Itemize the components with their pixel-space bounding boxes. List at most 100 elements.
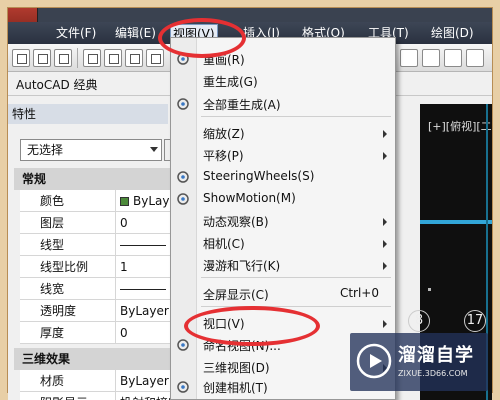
menu-edit[interactable]: 编辑(E) [113,24,158,42]
showmotion-icon [175,191,191,207]
view-menu-item-label: 漫游和飞行(K) [203,259,281,273]
prop-row-linetype-scale[interactable]: 线型比例 1 [14,256,178,278]
prop-name: 阴影显示 [20,392,116,400]
drawing-line [420,220,492,224]
chevron-down-icon [150,147,158,152]
submenu-arrow-icon [383,130,387,138]
prop-row-lineweight[interactable]: 线宽 [14,278,178,300]
view-menu-item[interactable]: 全屏显示(C) Ctrl+0 [171,283,395,305]
grid-bubble: 8 [408,310,430,332]
selection-dropdown[interactable]: 无选择 [20,139,162,161]
view-menu-item[interactable]: SteeringWheels(S) [171,166,395,188]
menu-separator [201,116,391,117]
submenu-arrow-icon [383,218,387,226]
title-strip [8,8,492,22]
view-menu-item[interactable]: ShowMotion(M) [171,188,395,210]
prop-value: ByLayer [116,300,178,322]
view-menu-item-label: 动态观察(B) [203,215,269,229]
prop-row-transparency[interactable]: 透明度 ByLayer [14,300,178,322]
camera-icon [175,379,191,395]
prop-row-thickness[interactable]: 厚度 0 [14,322,178,344]
view-menu-item-label: 全屏显示(C) [203,288,269,302]
prop-name: 透明度 [20,300,116,322]
view-menu-item[interactable]: 漫游和飞行(K) [171,254,395,276]
toolbar-icon-right-4[interactable] [466,49,484,67]
prop-row-material[interactable]: 材质 ByLayer [14,370,178,392]
submenu-arrow-icon [383,320,387,328]
section-3d-effects[interactable]: 三维效果 [14,348,178,370]
properties-palette-title: 特性 [8,104,168,124]
section-general[interactable]: 常规 [14,168,178,190]
view-menu-item-label: 全部重生成(A) [203,98,281,112]
named-view-icon [175,337,191,353]
new-file-icon[interactable] [12,48,30,67]
prop-name: 线宽 [20,278,116,300]
view-menu-item[interactable]: 缩放(Z) [171,122,395,144]
view-menu-item-label: 缩放(Z) [203,127,245,141]
prop-name: 颜色 [20,190,116,212]
view-menu-item-label: 重生成(G) [203,75,258,89]
prop-row-color[interactable]: 颜色 ByLay [14,190,178,212]
selection-value: 无选择 [27,143,64,157]
prop-name: 图层 [20,212,116,234]
publish-icon[interactable] [125,48,143,67]
prop-name: 厚度 [20,322,116,344]
view-menu-item-label: 三维视图(D) [203,361,270,375]
prop-value: 1 [116,256,178,278]
section-label: 常规 [14,168,178,190]
toolbar-icon-right-1[interactable] [400,49,418,67]
prop-value-text: ByLay [133,194,170,208]
view-menu-item-label: 相机(C) [203,237,245,251]
view-menu-item[interactable]: 平移(P) [171,144,395,166]
prop-value: 0 [116,322,178,344]
grid-tick [428,288,431,291]
viewport-label[interactable]: [+][俯视][二 [428,118,492,134]
plot-icon[interactable] [146,48,164,67]
view-menu-item[interactable]: 相机(C) [171,232,395,254]
view-menu-item[interactable]: 重生成(G) [171,70,395,92]
menu-separator [201,277,391,278]
toolbar-separator [77,47,78,68]
linetype-sample [120,245,166,246]
view-menu-item-label: SteeringWheels(S) [203,169,315,183]
prop-name: 线型 [20,234,116,256]
view-menu-item-label: 创建相机(T) [203,381,268,395]
save-icon[interactable] [54,48,72,67]
regen-all-icon [175,96,191,112]
prop-name: 线型比例 [20,256,116,278]
menu-file[interactable]: 文件(F) [54,24,98,42]
prop-row-layer[interactable]: 图层 0 [14,212,178,234]
section-label: 三维效果 [14,348,178,370]
submenu-arrow-icon [383,262,387,270]
color-swatch [120,197,129,206]
view-menu-item-shortcut: Ctrl+0 [339,286,379,300]
lineweight-sample [120,289,166,290]
prop-value [116,234,178,256]
view-menu-item[interactable]: 全部重生成(A) [171,93,395,115]
prop-value: 0 [116,212,178,234]
grid-bubble: 17 [464,310,486,332]
prop-value [116,278,178,300]
highlight-oval-view-menu [158,18,246,58]
watermark: 溜溜自学 ZIXUE.3D66.COM [350,333,488,391]
toolbar-icon-right-3[interactable] [444,49,462,67]
watermark-title: 溜溜自学 [398,345,474,366]
open-file-icon[interactable] [33,48,51,67]
print-icon[interactable] [83,48,101,67]
print-preview-icon[interactable] [104,48,122,67]
view-menu-item-label: 平移(P) [203,149,244,163]
watermark-subtitle: ZIXUE.3D66.COM [398,369,468,378]
prop-row-linetype[interactable]: 线型 [14,234,178,256]
prop-name: 材质 [20,370,116,392]
menu-draw[interactable]: 绘图(D) [429,24,476,42]
prop-value: 投射和接收 [116,392,178,400]
prop-row-shadow[interactable]: 阴影显示 投射和接收 [14,392,178,400]
submenu-arrow-icon [383,152,387,160]
highlight-oval-viewport [184,306,320,346]
view-menu-item[interactable]: 动态观察(B) [171,210,395,232]
toolbar-icon-right-2[interactable] [422,49,440,67]
play-logo-icon [356,343,392,379]
prop-value: ByLayer [116,370,178,392]
prop-value: ByLay [116,190,178,212]
submenu-arrow-icon [383,240,387,248]
